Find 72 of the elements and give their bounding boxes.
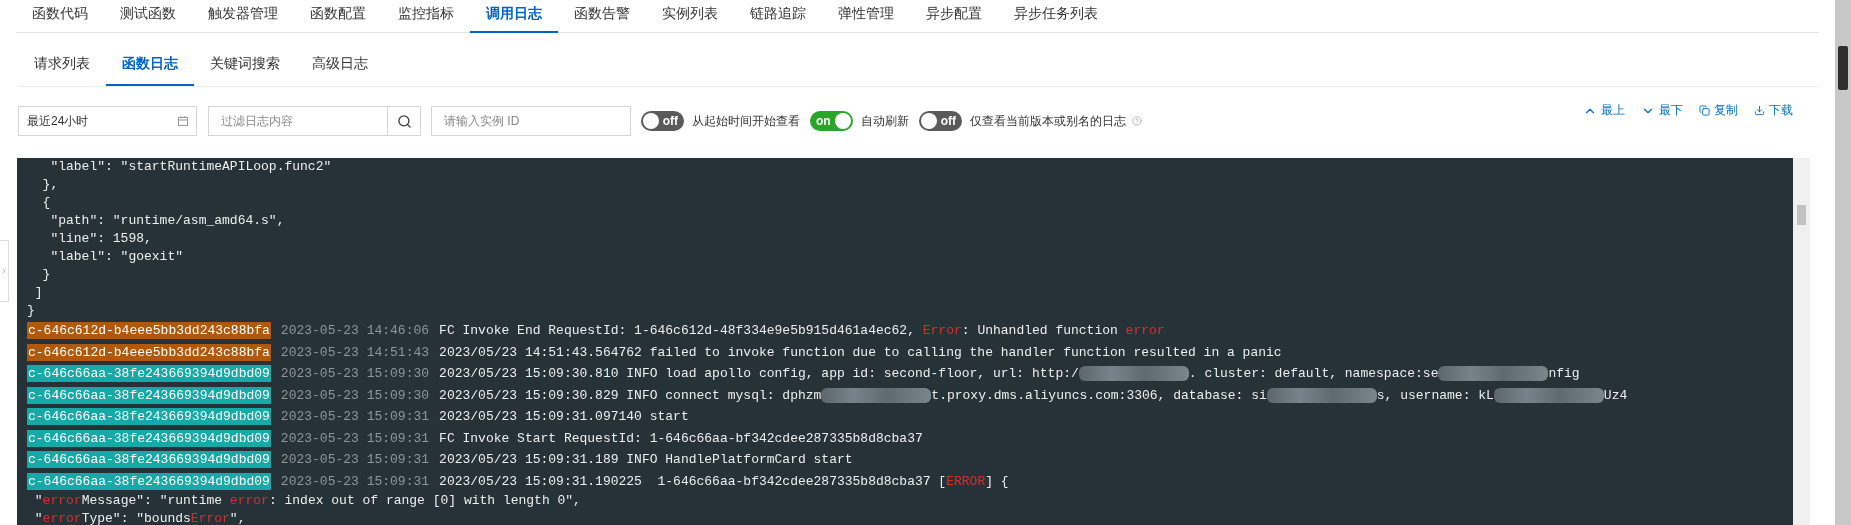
tab[interactable]: 监控指标	[382, 0, 470, 33]
log-line: "label": "startRuntimeAPILoop.func2"	[49, 158, 333, 176]
log-action-link[interactable]: 复制	[1699, 102, 1738, 119]
sub-tab[interactable]: 函数日志	[106, 43, 194, 86]
log-message: 2023/05/23 14:51:43.564762 failed to invoke function due to calling the handler function resulted in a panic	[439, 344, 1282, 360]
log-line: "errorMessage": "runtime error: index out of range [0] with length 0",	[33, 492, 582, 510]
log-line: "errorType": "boundsError",	[33, 510, 247, 525]
instance-tag: c-646c66aa-38fe243669394d9dbd09	[27, 386, 271, 404]
log-time: 2023-05-23 15:09:31	[280, 452, 430, 468]
search-icon	[396, 113, 412, 129]
log-line: "path": "runtime/asm_amd64.s",	[49, 212, 286, 230]
instance-tag: c-646c612d-b4eee5bb3dd243c88bfa	[27, 343, 271, 361]
sub-tab[interactable]: 关键词搜索	[194, 43, 296, 86]
log-time: 2023-05-23 14:46:06	[280, 323, 430, 339]
tab[interactable]: 函数配置	[294, 0, 382, 33]
instance-tag: c-646c66aa-38fe243669394d9dbd09	[27, 429, 271, 447]
log-message: 2023/05/23 15:09:31.190225 1-646c66aa-bf342cdee287335b8d8cba37 [ERROR] {	[439, 473, 1009, 489]
tab[interactable]: 链路追踪	[734, 0, 822, 33]
log-message: 2023/05/23 15:09:31.097140 start	[439, 409, 689, 425]
sub-tab[interactable]: 请求列表	[18, 43, 106, 86]
copy-icon	[1699, 105, 1710, 116]
log-time: 2023-05-23 15:09:30	[280, 366, 430, 382]
log-line: "label": "goexit"	[49, 248, 185, 266]
log-message: FC Invoke Start RequestId: 1-646c66aa-bf342cdee287335b8d8cba37	[439, 430, 923, 446]
log-line: {	[41, 194, 52, 212]
log-time: 2023-05-23 15:09:31	[280, 430, 430, 446]
tab[interactable]: 实例列表	[646, 0, 734, 33]
log-message: 2023/05/23 15:09:31.189 INFO HandlePlatformCard start	[439, 452, 853, 468]
filter-field[interactable]: 过滤日志内容	[208, 106, 387, 136]
instance-tag: c-646c66aa-38fe243669394d9dbd09	[27, 451, 271, 469]
log-action-link[interactable]: 最下	[1641, 102, 1683, 119]
toggle-label: 从起始时间开始查看	[692, 112, 800, 130]
tab[interactable]: 弹性管理	[822, 0, 910, 33]
instance-id-field[interactable]: 请输入实例 ID	[431, 106, 631, 136]
log-message: 2023/05/23 15:09:30.810 INFO load apollo config, app id: second-floor, url: http:/ . cluster: default, namespace:se nfig	[439, 366, 1580, 382]
log-action-link[interactable]: 下载	[1754, 102, 1793, 119]
log-line: },	[41, 176, 60, 194]
toggle-label: 仅查看当前版本或别名的日志	[970, 112, 1126, 130]
log-message: FC Invoke End RequestId: 1-646c612d-48f334e9e5b915d461a4ec62, Error: Unhandled function error	[439, 323, 1165, 339]
toggle-switch[interactable]: off	[919, 111, 962, 131]
tab[interactable]: 函数代码	[16, 0, 104, 33]
instance-tag: c-646c612d-b4eee5bb3dd243c88bfa	[27, 322, 271, 340]
download-icon	[1754, 105, 1765, 116]
search-button[interactable]	[387, 106, 421, 136]
log-line: }	[27, 302, 36, 320]
log-action-link[interactable]: 最上	[1583, 102, 1625, 119]
log-line: "line": 1598,	[49, 230, 153, 248]
log-time: 2023-05-23 15:09:31	[280, 409, 430, 425]
tab[interactable]: 异步配置	[910, 0, 998, 33]
log-line: ]	[33, 284, 44, 302]
log-time: 2023-05-23 15:09:31	[280, 473, 430, 489]
calendar-icon	[178, 116, 188, 126]
time-range-picker[interactable]: 最近24小时	[18, 106, 197, 136]
help-icon[interactable]	[1132, 116, 1142, 126]
instance-tag: c-646c66aa-38fe243669394d9dbd09	[27, 408, 271, 426]
tab[interactable]: 测试函数	[104, 0, 192, 33]
toggle-label: 自动刷新	[861, 112, 909, 130]
instance-tag: c-646c66aa-38fe243669394d9dbd09	[27, 472, 271, 490]
tab[interactable]: 函数告警	[558, 0, 646, 33]
tab[interactable]: 触发器管理	[192, 0, 294, 33]
instance-tag: c-646c66aa-38fe243669394d9dbd09	[27, 365, 271, 383]
tab[interactable]: 调用日志	[470, 0, 558, 33]
log-time: 2023-05-23 14:51:43	[280, 344, 430, 360]
log-line: }	[41, 266, 52, 284]
page-scrollbar[interactable]	[1835, 0, 1851, 525]
tab[interactable]: 异步任务列表	[998, 0, 1114, 33]
toggle-switch[interactable]: off	[641, 111, 684, 131]
scrollbar[interactable]	[1793, 158, 1810, 525]
log-message: 2023/05/23 15:09:30.829 INFO connect mysql: dphzm t.proxy.dms.aliyuncs.com:3306, database: si s, username: kL Uz4	[439, 387, 1628, 403]
log-time: 2023-05-23 15:09:30	[280, 387, 430, 403]
side-handle[interactable]	[0, 240, 9, 302]
sub-tab[interactable]: 高级日志	[296, 43, 384, 86]
